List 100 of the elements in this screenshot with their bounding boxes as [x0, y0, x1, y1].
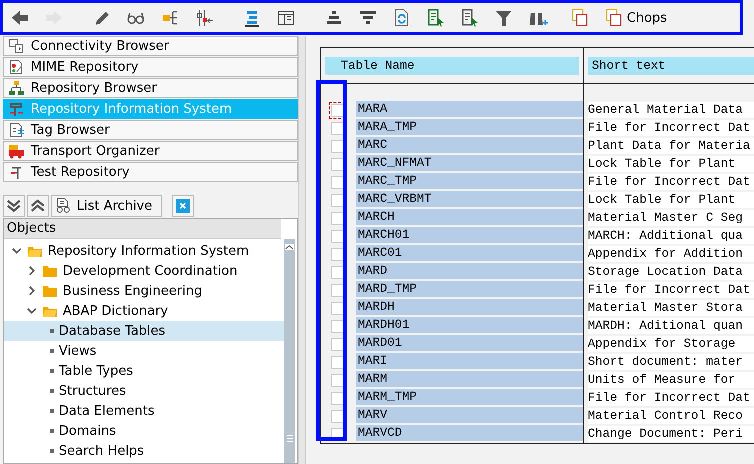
- table-cell: MARD: [356, 263, 583, 281]
- copy-button[interactable]: Chops: [604, 6, 668, 30]
- table-cell: MARC_VRBMT: [356, 191, 583, 209]
- table-cell: Material Master C Seg: [588, 210, 754, 226]
- list-cursor-icon: [460, 8, 480, 28]
- table-cell: Appendix for Addition: [588, 246, 754, 262]
- table-cell: MARVCD: [356, 425, 583, 443]
- open-folder-icon: [42, 304, 58, 318]
- row-checkbox[interactable]: [331, 338, 344, 350]
- bullet-icon: [50, 409, 54, 413]
- row-checkbox[interactable]: [331, 266, 344, 278]
- row-checkbox[interactable]: [331, 302, 344, 314]
- tool-icon: [8, 122, 25, 138]
- table-cell: MARC_NFMAT: [356, 155, 583, 173]
- table-cell: File for Incorrect Dat: [588, 120, 754, 136]
- row-checkbox[interactable]: [331, 194, 344, 206]
- table-cell: MARDH: [356, 299, 583, 317]
- expand-all-button[interactable]: [3, 195, 25, 217]
- row-checkbox[interactable]: [331, 320, 344, 332]
- row-checkbox[interactable]: [331, 140, 344, 152]
- close-button[interactable]: [172, 195, 194, 217]
- table-cell: Material Control Reco: [588, 408, 754, 424]
- table-cell: MARC_TMP: [356, 173, 583, 191]
- table-cell: Appendix for Storage: [588, 336, 754, 352]
- layout-panel-icon: [276, 8, 296, 28]
- table-cell: MARA_TMP: [356, 119, 583, 137]
- navigation-item[interactable]: Repository Browser: [3, 78, 298, 98]
- row-checkbox[interactable]: [331, 356, 344, 368]
- table-cell: File for Incorrect Dat: [588, 390, 754, 406]
- navigation-item[interactable]: Tag Browser: [3, 120, 298, 140]
- table-cell: MARC: [356, 137, 583, 155]
- table-cell: Short document: mater: [588, 354, 754, 370]
- collapse-all-button[interactable]: [27, 195, 49, 217]
- close-icon: [176, 199, 190, 213]
- list-archive-button[interactable]: List Archive: [51, 195, 162, 217]
- column-header: Objects: [4, 219, 281, 239]
- table-cell: File for Incorrect Dat: [588, 174, 754, 190]
- table-cell: MARA: [356, 101, 583, 119]
- row-checkbox[interactable]: [331, 392, 344, 404]
- back-arrow-icon: [10, 8, 30, 28]
- row-checkbox[interactable]: [331, 284, 344, 296]
- tree-item[interactable]: Repository Information System: [4, 241, 284, 261]
- row-checkbox[interactable]: [331, 410, 344, 422]
- row-checkbox[interactable]: [331, 122, 344, 134]
- scrollbar[interactable]: [284, 239, 295, 463]
- tree-item[interactable]: Structures: [4, 381, 284, 401]
- row-checkbox[interactable]: [331, 230, 344, 242]
- open-folder-icon: [27, 244, 43, 258]
- tree-item[interactable]: Views: [4, 341, 284, 361]
- table-cell: Lock Table for Plant: [588, 156, 754, 172]
- tree-item[interactable]: Database Tables: [4, 321, 284, 341]
- table-cell: MARDH01: [356, 317, 583, 335]
- table-cell: MARV: [356, 407, 583, 425]
- copy-icon: [604, 8, 624, 28]
- row-checkbox[interactable]: [331, 176, 344, 188]
- tree-item[interactable]: ABAP Dictionary: [4, 301, 284, 321]
- column-header: Short text: [588, 56, 754, 74]
- table-cell: General Material Data: [588, 102, 754, 118]
- tool-icon: [8, 80, 25, 96]
- tool-icon: [8, 58, 25, 76]
- align-center-icon: [242, 8, 262, 28]
- tree-item[interactable]: Data Elements: [4, 401, 284, 421]
- copy-icon: [570, 8, 590, 28]
- table-cell: Storage Location Data: [588, 264, 754, 280]
- table-cell: MARM_TMP: [356, 389, 583, 407]
- tree-item[interactable]: Search Helps: [4, 441, 284, 461]
- table-cell: MARC01: [356, 245, 583, 263]
- table-cell: MARCH: Additional qua: [588, 228, 754, 244]
- table-cell: MARD_TMP: [356, 281, 583, 299]
- row-checkbox[interactable]: [331, 374, 344, 386]
- table-cell: MARD01: [356, 335, 583, 353]
- tree-item[interactable]: Business Engineering: [4, 281, 284, 301]
- tree-item[interactable]: Domains: [4, 421, 284, 441]
- tree-item[interactable]: Development Coordination: [4, 261, 284, 281]
- column-header: Table Name: [325, 56, 579, 74]
- navigation-item[interactable]: Test Repository: [3, 162, 298, 182]
- tool-icon: [8, 142, 25, 160]
- row-checkbox[interactable]: [331, 212, 344, 224]
- navigation-item[interactable]: MIME Repository: [3, 57, 298, 77]
- filter-icon: [494, 8, 514, 28]
- table-cell: Lock Table for Plant: [588, 192, 754, 208]
- table-cell: MARI: [356, 353, 583, 371]
- list-cursor-icon: [426, 8, 446, 28]
- bullet-icon: [50, 429, 54, 433]
- double-chevron-down-icon: [6, 198, 22, 214]
- row-checkbox[interactable]: [331, 248, 344, 260]
- navigation-item[interactable]: Connectivity Browser: [3, 36, 298, 56]
- table-cell: File for Incorrect Dat: [588, 282, 754, 298]
- table-cell: Material Master Stora: [588, 300, 754, 316]
- scroll-up-icon[interactable]: [285, 244, 294, 250]
- bullet-icon: [50, 349, 54, 353]
- tree-item[interactable]: Table Types: [4, 361, 284, 381]
- table-cell: Plant Data for Materia: [588, 138, 754, 154]
- grip-icon[interactable]: [286, 435, 292, 443]
- navigation-item[interactable]: Transport Organizer: [3, 141, 298, 161]
- row-checkbox[interactable]: [331, 158, 344, 170]
- bullet-icon: [50, 369, 54, 373]
- table-cell: MARCH01: [356, 227, 583, 245]
- bullet-icon: [50, 389, 54, 393]
- folder-icon: [42, 264, 58, 278]
